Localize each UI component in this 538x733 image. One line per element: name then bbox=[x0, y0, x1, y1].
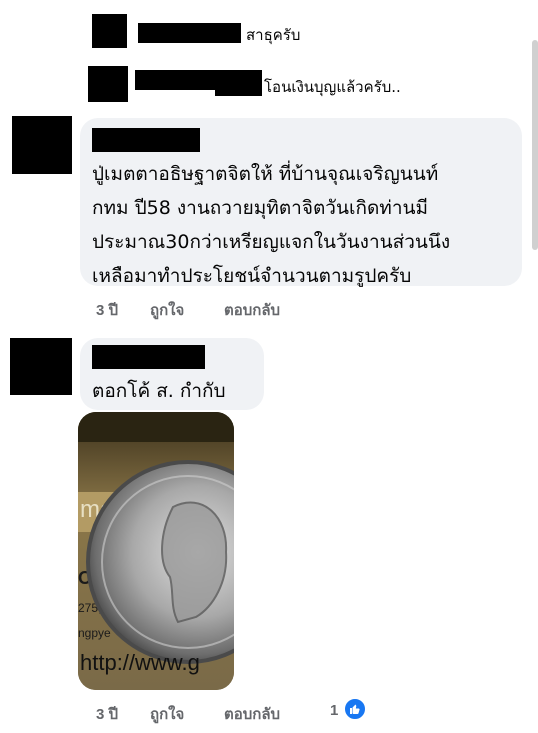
thumbs-up-icon[interactable] bbox=[343, 697, 367, 721]
timestamp[interactable]: 3 ปี bbox=[96, 702, 118, 726]
reply-text: สาธุครับ bbox=[246, 26, 301, 44]
comment-line: เหลือมาทำประโยชน์จำนวนตามรูปครับ bbox=[92, 265, 412, 287]
reaction-count[interactable]: 1 bbox=[330, 702, 338, 719]
avatar[interactable] bbox=[88, 66, 128, 102]
comment-line: ปู่เมตตาอธิษฐาตจิตให้ ที่บ้านจุณเจริญนนท… bbox=[92, 163, 439, 185]
reply-text: โอนเงินบุญแล้วครับ.. bbox=[264, 78, 401, 96]
like-button[interactable]: ถูกใจ bbox=[150, 298, 184, 322]
thumbs-up-glyph bbox=[350, 704, 360, 714]
redacted-author-name[interactable] bbox=[92, 128, 200, 152]
redacted-author-name[interactable] bbox=[215, 84, 262, 96]
reply-button[interactable]: ตอบกลับ bbox=[224, 702, 280, 726]
coin-photo[interactable]: ma OR 275, ngpye http://www.g bbox=[78, 412, 234, 690]
avatar[interactable] bbox=[10, 338, 72, 395]
scrollbar[interactable] bbox=[532, 40, 538, 250]
photo-watermark: http://www.g bbox=[80, 650, 200, 675]
like-button[interactable]: ถูกใจ bbox=[150, 702, 184, 726]
avatar[interactable] bbox=[12, 116, 72, 174]
timestamp[interactable]: 3 ปี bbox=[96, 298, 118, 322]
avatar[interactable] bbox=[92, 14, 127, 48]
comment-line: กทม ปี58 งานถวายมุทิตาจิตวันเกิดท่านมี bbox=[92, 197, 429, 219]
comment-line: ประมาณ30กว่าเหรียญแจกในวันงานส่วนนึง bbox=[92, 231, 451, 253]
reply-button[interactable]: ตอบกลับ bbox=[224, 298, 280, 322]
redacted-author-name[interactable] bbox=[138, 23, 241, 43]
redacted-author-name[interactable] bbox=[92, 345, 205, 369]
sign-fragment: ngpye bbox=[78, 626, 111, 640]
comment-text: ตอกโค้ ส. กำกับ bbox=[92, 380, 226, 402]
coin-image: ma OR 275, ngpye http://www.g bbox=[78, 412, 234, 690]
